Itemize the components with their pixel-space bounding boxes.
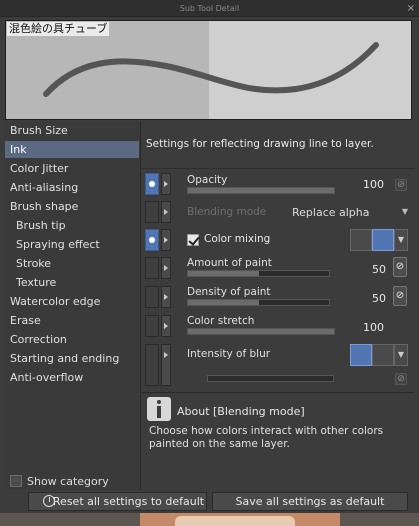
intensity-of-blur-row: Intensity of blur ▼ ⊘: [142, 343, 414, 387]
reset-icon: [43, 495, 55, 507]
sidebar-item-spraying-effect[interactable]: Spraying effect: [5, 236, 139, 253]
expand-arrow-icon[interactable]: [161, 201, 171, 223]
sidebar-item-starting-and-ending[interactable]: Starting and ending: [5, 350, 139, 367]
density-of-paint-value[interactable]: 50: [372, 292, 386, 305]
color-stretch-label: Color stretch: [187, 315, 255, 327]
chevron-down-icon[interactable]: ▼: [402, 207, 408, 216]
amount-of-paint-row: Amount of paint 50 ⊘: [142, 256, 414, 280]
density-of-paint-label: Density of paint: [187, 286, 271, 298]
expand-arrow-icon[interactable]: [161, 229, 171, 251]
expand-arrow-icon[interactable]: [161, 257, 171, 279]
window-titlebar: Sub Tool Detail ×: [0, 0, 419, 17]
sidebar-item-brush-tip[interactable]: Brush tip: [5, 217, 139, 234]
sidebar-item-stroke[interactable]: Stroke: [5, 255, 139, 272]
reset-all-button[interactable]: Reset all settings to default: [28, 492, 207, 511]
sidebar-item-ink[interactable]: Ink: [5, 141, 139, 158]
expand-arrow-icon[interactable]: [161, 344, 171, 386]
eye-icon[interactable]: [145, 229, 159, 251]
color-mixing-row: Color mixing ▼: [142, 228, 414, 252]
density-of-paint-row: Density of paint 50 ⊘: [142, 285, 414, 309]
sidebar-item-anti-overflow[interactable]: Anti-overflow: [5, 369, 139, 386]
intensity-of-blur-label: Intensity of blur: [187, 348, 271, 360]
show-category-toggle[interactable]: Show category: [10, 474, 109, 488]
blur-mode-b-icon[interactable]: [372, 344, 394, 366]
window-title: Sub Tool Detail: [179, 4, 240, 13]
mix-mode-b-icon[interactable]: [372, 229, 394, 251]
blur-mode-group: ▼: [350, 344, 408, 366]
save-all-button[interactable]: Save all settings as default: [212, 492, 408, 511]
settings-panel: Settings for reflecting drawing line to …: [142, 122, 414, 490]
expand-arrow-icon[interactable]: [161, 286, 171, 308]
sidebar-item-brush-shape[interactable]: Brush shape: [5, 198, 139, 215]
help-title: About [Blending mode]: [177, 405, 305, 418]
expand-arrow-icon[interactable]: [161, 315, 171, 337]
expand-arrow-icon[interactable]: [161, 173, 171, 195]
blending-mode-label: Blending mode: [187, 206, 267, 218]
footer-bar: Reset all settings to default Save all s…: [0, 490, 419, 513]
save-all-label: Save all settings as default: [235, 495, 385, 508]
sidebar-item-texture[interactable]: Texture: [5, 274, 139, 291]
tool-name-label: 混色絵の具チューブ: [7, 22, 110, 36]
pressure-icon[interactable]: ⊘: [393, 257, 407, 277]
amount-of-paint-slider-fill: [188, 271, 259, 276]
show-category-checkbox[interactable]: [10, 475, 22, 487]
pressure-icon[interactable]: ⊘: [395, 179, 407, 191]
help-box: About [Blending mode] Choose how colors …: [142, 392, 414, 460]
sidebar-item-anti-aliasing[interactable]: Anti-aliasing: [5, 179, 139, 196]
color-stretch-slider-fill: [188, 329, 334, 334]
category-sidebar: Brush Size Ink Color Jitter Anti-aliasin…: [5, 122, 141, 490]
info-icon: [147, 397, 171, 421]
mix-mode-group: ▼: [350, 229, 408, 251]
lock-icon[interactable]: [145, 286, 159, 308]
sidebar-item-watercolor-edge[interactable]: Watercolor edge: [5, 293, 139, 310]
opacity-row: Opacity 100 ⊘: [142, 172, 414, 196]
blending-mode-row: Blending mode Replace alpha ▼: [142, 200, 414, 224]
lock-icon[interactable]: [145, 257, 159, 279]
pressure-icon[interactable]: ⊘: [395, 373, 407, 385]
background-artwork-face: [175, 516, 295, 526]
density-of-paint-slider-fill: [188, 300, 259, 305]
sidebar-item-correction[interactable]: Correction: [5, 331, 139, 348]
sidebar-item-brush-size[interactable]: Brush Size: [5, 122, 139, 139]
blur-mode-a-icon[interactable]: [350, 344, 372, 366]
opacity-slider[interactable]: [187, 187, 335, 194]
pressure-icon[interactable]: ⊘: [393, 286, 407, 306]
lock-icon[interactable]: [145, 201, 159, 223]
color-stretch-value[interactable]: 100: [363, 321, 384, 334]
amount-of-paint-label: Amount of paint: [187, 257, 272, 269]
amount-of-paint-slider[interactable]: [187, 270, 330, 277]
opacity-slider-fill: [188, 188, 334, 193]
eye-icon[interactable]: [145, 173, 159, 195]
help-description: Choose how colors interact with other co…: [149, 425, 384, 450]
brush-preview: 混色絵の具チューブ: [5, 20, 412, 120]
close-icon[interactable]: ×: [407, 0, 415, 17]
sidebar-item-color-jitter[interactable]: Color Jitter: [5, 160, 139, 177]
chevron-down-icon[interactable]: ▼: [394, 344, 408, 366]
color-stretch-row: Color stretch 100: [142, 314, 414, 338]
panel-header: Settings for reflecting drawing line to …: [142, 129, 414, 169]
amount-of-paint-value[interactable]: 50: [372, 263, 386, 276]
density-of-paint-slider[interactable]: [187, 299, 330, 306]
mix-mode-a-icon[interactable]: [350, 229, 372, 251]
chevron-down-icon[interactable]: ▼: [394, 229, 408, 251]
color-mixing-label: Color mixing: [204, 233, 271, 245]
sidebar-item-erase[interactable]: Erase: [5, 312, 139, 329]
blending-mode-select[interactable]: Replace alpha: [292, 206, 370, 219]
lock-icon[interactable]: [145, 315, 159, 337]
opacity-label: Opacity: [187, 174, 228, 186]
reset-all-label: Reset all settings to default: [52, 495, 205, 508]
intensity-of-blur-slider[interactable]: [207, 375, 334, 382]
lock-icon[interactable]: [145, 344, 159, 386]
color-stretch-slider[interactable]: [187, 328, 335, 335]
background-canvas: [0, 513, 419, 526]
color-mixing-checkbox[interactable]: [187, 234, 199, 246]
opacity-value[interactable]: 100: [363, 178, 384, 191]
show-category-label: Show category: [27, 474, 109, 488]
